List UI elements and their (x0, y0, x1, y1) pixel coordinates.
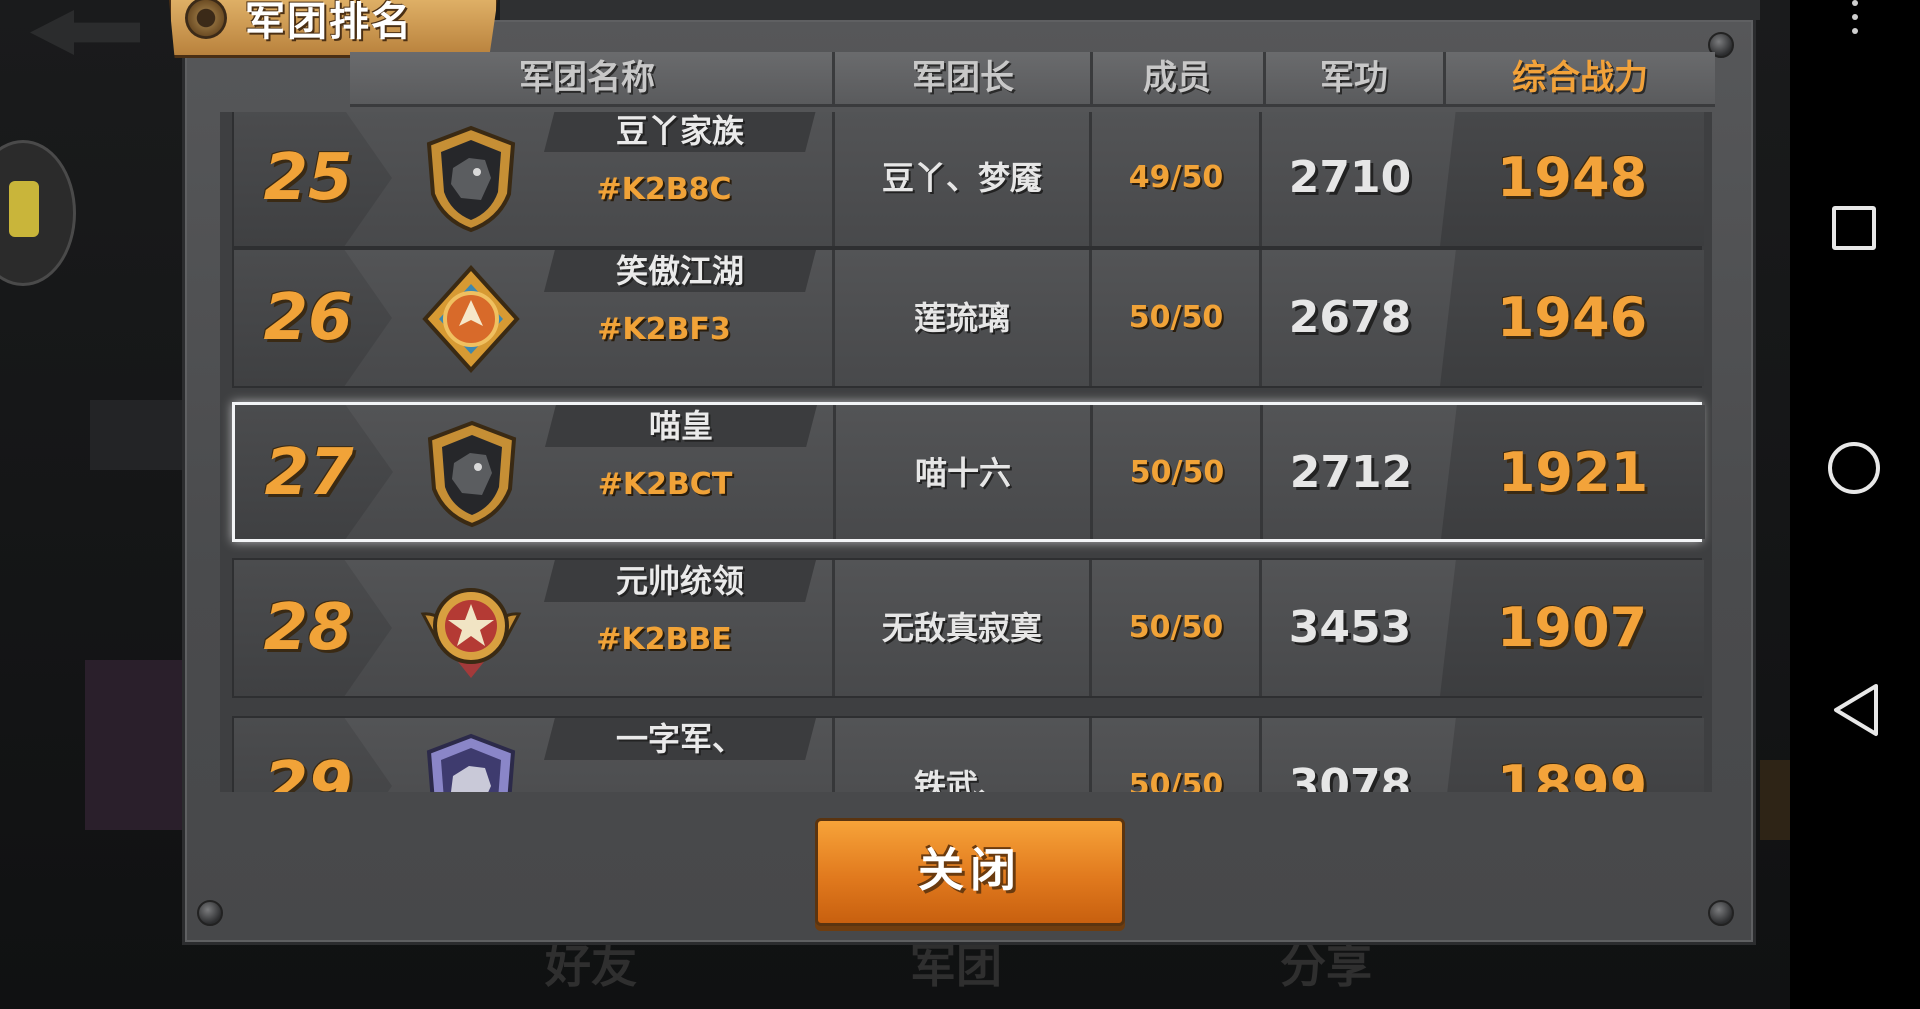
legion-emblem-icon (420, 588, 522, 678)
ranking-row-26[interactable]: 26 笑傲江湖 #K2BF3 莲琉璃 50/50 2678 1946 (232, 248, 1704, 388)
member-count: 50/50 (1129, 455, 1225, 490)
header-members: 成员 (1143, 58, 1211, 98)
legion-emblem-icon (426, 125, 516, 233)
recent-apps-icon[interactable] (1832, 206, 1876, 250)
title-plate: 军团排名 (168, 0, 499, 58)
legion-name: 豆丫家族 (615, 112, 744, 150)
header-merit: 军功 (1320, 58, 1388, 98)
back-icon[interactable] (1830, 682, 1882, 738)
power-value: 1907 (1496, 596, 1648, 659)
header-power: 综合战力 (1512, 58, 1648, 98)
legion-id: #K2BBE (596, 622, 732, 657)
member-count: 49/50 (1128, 160, 1224, 195)
power-value: 1921 (1497, 441, 1649, 504)
ranking-row-29[interactable]: 29 一字军、 铁武、 50/50 3078 1899 (232, 716, 1704, 792)
legion-emblem-icon (427, 420, 517, 528)
table-header: 军团名称 军团长 成员 军功 综合战力 (350, 52, 1715, 107)
legion-emblem-icon (426, 733, 516, 792)
rivet-icon (1708, 900, 1734, 926)
member-count: 50/50 (1128, 300, 1224, 335)
ranking-row-25[interactable]: 25 豆丫家族 #K2B8C 豆丫、梦魇 49/50 2710 1948 (232, 112, 1704, 248)
legion-name: 一字军、 (615, 720, 744, 758)
legion-id: #K2BF3 (597, 312, 731, 347)
rivet-icon (197, 900, 223, 926)
back-arrow-icon[interactable] (30, 10, 140, 55)
merit-value: 2678 (1288, 292, 1412, 343)
legion-name: 笑傲江湖 (615, 252, 744, 290)
home-icon[interactable] (1828, 442, 1880, 494)
leader-name: 无敌真寂寞 (881, 609, 1042, 647)
gear-icon (185, 0, 227, 39)
legion-emblem-icon (422, 265, 520, 373)
legion-id: #K2BCT (597, 467, 733, 502)
merit-value: 2712 (1289, 447, 1413, 498)
power-value: 1946 (1496, 286, 1648, 349)
rank-number: 25 (263, 141, 353, 215)
rank-number: 28 (263, 591, 353, 665)
ranking-row-28[interactable]: 28 元帅统领 #K2BBE 无敌真寂寞 50/50 3453 1907 (232, 558, 1704, 698)
avatar (0, 140, 76, 286)
game-screen: 好友 军团 分享 军团排名 军团名称 军团长 成员 军功 综合战力 25 豆丫家… (0, 0, 1790, 1009)
more-options-icon[interactable] (1852, 0, 1858, 42)
header-name: 军团名称 (519, 58, 655, 98)
header-leader: 军团长 (912, 58, 1014, 98)
leader-name: 莲琉璃 (913, 299, 1010, 337)
ranking-row-27[interactable]: 27 喵皇 #K2BCT 喵十六 50/50 2712 1921 (232, 402, 1705, 542)
rank-number: 26 (263, 281, 353, 355)
leader-name: 豆丫、梦魇 (881, 159, 1042, 197)
close-button[interactable]: 关闭 (815, 818, 1125, 926)
legion-name: 喵皇 (648, 407, 713, 445)
ranking-list[interactable]: 25 豆丫家族 #K2B8C 豆丫、梦魇 49/50 2710 1948 26 (220, 112, 1712, 792)
merit-value: 2710 (1288, 152, 1412, 203)
merit-value: 3453 (1288, 602, 1412, 653)
top-frame-strip (500, 0, 1760, 20)
header-divider (1443, 52, 1446, 104)
close-button-label: 关闭 (918, 843, 1022, 897)
power-value: 1948 (1496, 146, 1648, 209)
leader-name: 喵十六 (914, 454, 1011, 492)
page-title: 军团排名 (245, 0, 413, 45)
member-count: 50/50 (1128, 768, 1224, 792)
system-nav-bar (1790, 0, 1920, 1009)
merit-value: 3078 (1288, 760, 1412, 792)
legion-name: 元帅统领 (615, 562, 744, 600)
rank-number: 29 (263, 749, 353, 792)
power-value: 1899 (1496, 754, 1648, 792)
legion-id: #K2B8C (596, 172, 732, 207)
rank-number: 27 (264, 436, 354, 510)
leader-name: 铁武、 (913, 767, 1010, 792)
member-count: 50/50 (1128, 610, 1224, 645)
background-panel (1760, 760, 1790, 840)
